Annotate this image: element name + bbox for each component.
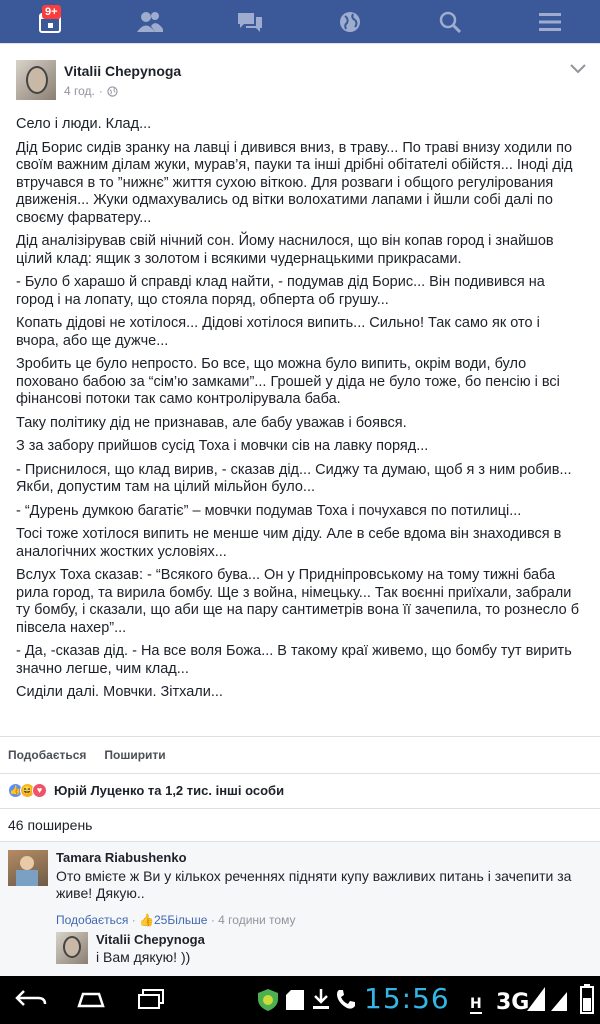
messages-tab[interactable] (200, 0, 300, 43)
author-name[interactable]: Vitalii Chepynoga (64, 63, 181, 79)
reply-author-name[interactable]: Vitalii Chepynoga (96, 932, 205, 947)
friends-tab[interactable] (100, 0, 200, 43)
like-button[interactable]: Подобається (8, 748, 86, 762)
post-paragraph: - Приснилося, що клад вирив, - сказав ді… (16, 461, 572, 496)
dot-separator: · (98, 84, 103, 98)
globe-icon (107, 85, 118, 97)
h-network-indicator: H (470, 996, 482, 1014)
author-avatar[interactable] (16, 60, 56, 100)
battery-icon (580, 984, 594, 1014)
back-icon[interactable] (14, 988, 48, 1010)
thumbs-up-icon: 👍 (139, 913, 154, 927)
comment-meta: Подобається · 👍25Більше · 4 години тому (56, 913, 295, 927)
post-paragraph: З за забору прийшов сусід Тоха і мовчки … (16, 438, 429, 454)
messages-icon (238, 12, 262, 32)
signal-strength-2-icon (551, 992, 567, 1011)
reply-text: і Вам дякую! )) (96, 949, 191, 965)
comment: Tamara Riabushenko Ото вмієте ж Ви у кіл… (8, 850, 592, 930)
search-icon (439, 11, 461, 33)
search-tab[interactable] (400, 0, 500, 43)
network-type: 3G (496, 990, 530, 1015)
globe-icon (340, 11, 360, 32)
notification-badge: 9+ (42, 5, 61, 19)
likes-number: 25 (154, 913, 168, 927)
menu-tab[interactable] (500, 0, 600, 43)
download-icon (313, 989, 329, 1009)
chevron-down-icon[interactable] (570, 64, 586, 74)
commenter-avatar[interactable] (8, 850, 48, 886)
comment-time: 4 години тому (218, 913, 296, 927)
post-paragraph: Село і люди. Клад... (16, 116, 152, 132)
reactions-text: Юрій Луценко та 1,2 тис. інші особи (54, 783, 285, 798)
comment-more-link[interactable]: Більше (167, 913, 207, 927)
dot-separator: · (131, 913, 140, 927)
comment-text: Ото вмієте ж Ви у кількох реченнях підня… (56, 868, 572, 901)
love-reaction-icon: ♥ (32, 783, 47, 798)
post-paragraph: Дід Борис сидів зранку на лавці і дививс… (16, 139, 573, 226)
commenter-name[interactable]: Tamara Riabushenko (56, 850, 187, 865)
post-paragraph: Дід аналізірував свій нічний сон. Йому н… (16, 233, 554, 267)
comment-like-button[interactable]: Подобається (56, 913, 128, 927)
comments-section: Tamara Riabushenko Ото вмієте ж Ви у кіл… (0, 841, 600, 977)
post-paragraph: - “Дурень думкою багатіє” – мовчки подум… (16, 502, 522, 519)
call-icon (337, 990, 355, 1009)
post-actions: Подобається Поширити (0, 736, 600, 772)
status-clock: 15:56 (364, 982, 450, 1015)
post-paragraph: Зробить це було непросто. Бо все, що мож… (16, 356, 560, 407)
post-paragraph: Тосі тоже хотілося випить не менше чим д… (16, 526, 562, 560)
system-bar: 15:56 H 3G (0, 976, 600, 1024)
comment-likes-count[interactable]: 👍25 (139, 913, 167, 927)
sd-card-icon (286, 990, 304, 1010)
reply-author-avatar[interactable] (56, 932, 88, 964)
menu-icon (539, 12, 561, 31)
post-time[interactable]: 4 год. (64, 84, 95, 98)
friends-icon (137, 11, 163, 32)
post-meta: 4 год. · (64, 84, 118, 98)
recent-apps-icon[interactable] (136, 988, 166, 1010)
antivirus-icon (258, 989, 278, 1011)
post-paragraph: Сиділи далі. Мовчки. Зітхали... (16, 684, 223, 700)
post-header: Vitalii Chepynoga 4 год. · (16, 60, 586, 104)
post-card: Vitalii Chepynoga 4 год. · Село і люди. … (0, 43, 600, 977)
post-paragraph: Вслух Тоха сказав: - “Всякого бува... Он… (16, 567, 580, 636)
share-button[interactable]: Поширити (104, 748, 165, 762)
home-icon[interactable] (76, 988, 106, 1010)
post-paragraph: Таку політику дід не признавав, але бабу… (16, 414, 407, 431)
post-paragraph: - Було б харашо й справді клад найти, - … (16, 274, 545, 308)
top-navigation-bar: 9+ (0, 0, 600, 43)
signal-strength-icon (527, 987, 545, 1011)
post-paragraph: - Да, -сказав дід. - На все воля Божа...… (16, 643, 572, 677)
shares-count[interactable]: 46 поширень (0, 808, 600, 840)
notifications-tab[interactable]: 9+ (0, 0, 100, 43)
reactions-summary[interactable]: 👍 😆 ♥ Юрій Луценко та 1,2 тис. інші особ… (0, 773, 600, 807)
post-text: Село і люди. Клад... Дід Борис сидів зра… (16, 116, 586, 708)
globe-tab[interactable] (300, 0, 400, 43)
post-paragraph: Копать дідові не хотілося... Дідові хоті… (16, 315, 540, 349)
